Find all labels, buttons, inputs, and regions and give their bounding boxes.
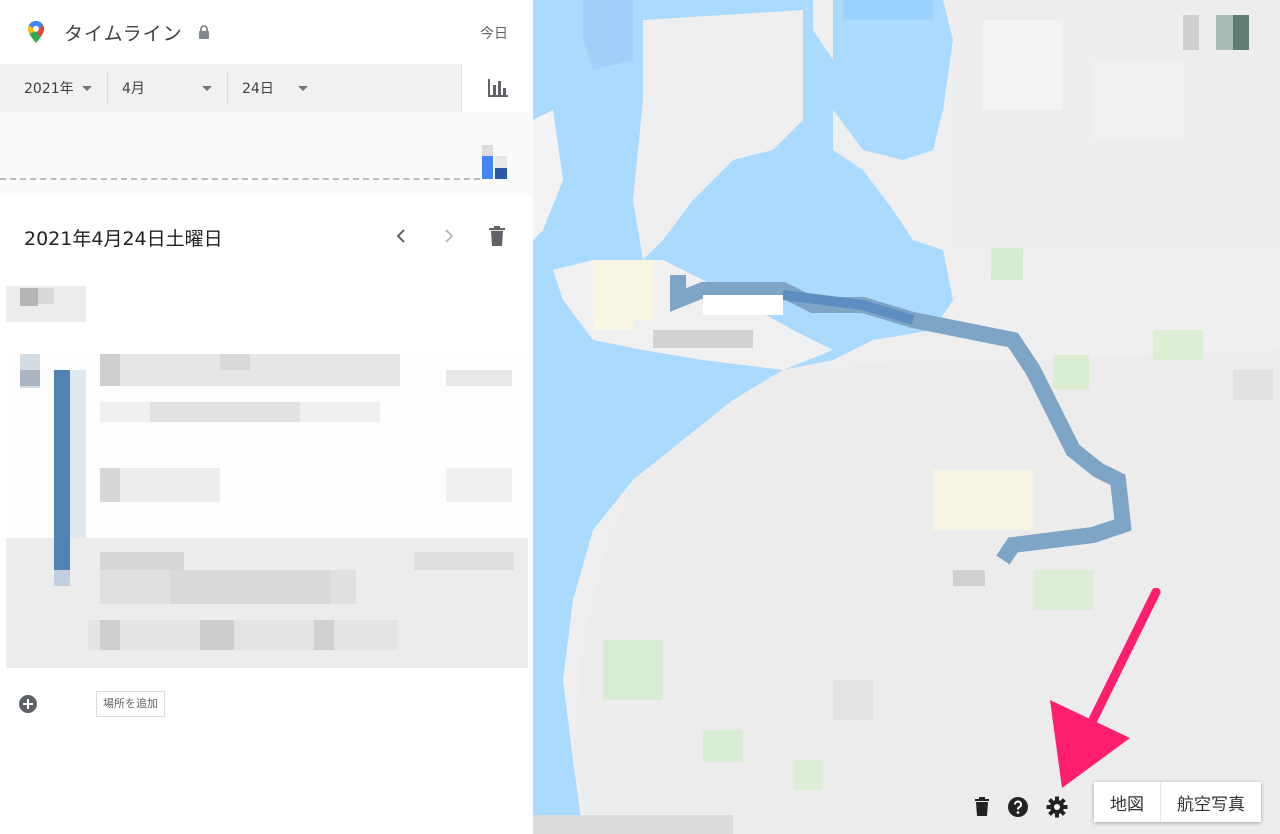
timeline-entries: [0, 268, 533, 670]
histogram-baseline: [0, 178, 480, 180]
map-type-satellite-button[interactable]: 航空写真: [1160, 782, 1261, 822]
blurred-block: [220, 354, 250, 370]
timeline-path-bar: [54, 538, 70, 570]
day-title: 2021年4月24日土曜日: [24, 228, 223, 250]
activity-histogram: [0, 112, 533, 196]
previous-day-icon[interactable]: [391, 225, 411, 247]
toggle-histogram-button[interactable]: [461, 64, 533, 112]
divider: [227, 72, 228, 104]
blurred-block: [100, 354, 120, 386]
blurred-block: [170, 570, 330, 604]
next-day-icon[interactable]: [439, 225, 459, 247]
blurred-block: [200, 620, 234, 650]
blurred-block: [100, 354, 400, 386]
delete-day-icon[interactable]: [486, 224, 508, 248]
map-view[interactable]: [533, 0, 1280, 834]
month-select-value: 4月: [122, 81, 145, 97]
annotation-arrow: [1050, 588, 1161, 788]
date-selector-bar: 2021年 4月 24日: [0, 64, 533, 112]
blurred-block: [414, 552, 514, 570]
chevron-down-icon: [202, 85, 212, 91]
add-place-icon[interactable]: [18, 694, 38, 714]
blurred-block: [20, 370, 40, 386]
help-icon[interactable]: [1007, 796, 1029, 818]
today-button[interactable]: 今日: [480, 23, 508, 43]
divider: [107, 72, 108, 104]
add-place-button[interactable]: 場所を追加: [96, 691, 165, 717]
day-select[interactable]: 24日: [242, 64, 308, 112]
chevron-down-icon: [297, 85, 308, 91]
bar-chart-icon: [488, 79, 508, 97]
settings-gear-icon[interactable]: [1046, 796, 1068, 818]
histogram-bar[interactable]: [495, 168, 507, 179]
blurred-block: [314, 620, 334, 650]
day-select-value: 24日: [242, 81, 274, 97]
chevron-down-icon: [81, 85, 92, 91]
blurred-block: [70, 370, 86, 550]
blurred-block: [446, 370, 512, 386]
blurred-block: [20, 288, 38, 306]
delete-icon[interactable]: [973, 796, 991, 818]
histogram-bar[interactable]: [482, 156, 493, 179]
lock-icon: [199, 25, 209, 39]
blurred-block: [100, 620, 120, 650]
blurred-block: [88, 620, 398, 650]
year-select[interactable]: 2021年: [24, 64, 92, 112]
timeline-panel: タイムライン 今日 2021年 4月 24日 2021年4月24日土曜日 場所を…: [0, 0, 533, 834]
blurred-block: [100, 468, 120, 502]
blurred-block: [38, 288, 54, 304]
map-canvas[interactable]: [533, 0, 1280, 834]
month-select[interactable]: 4月: [122, 64, 212, 112]
blurred-block: [150, 402, 300, 422]
page-title: タイムライン: [64, 23, 183, 45]
year-select-value: 2021年: [24, 81, 74, 97]
blurred-block: [446, 468, 512, 502]
panel-header: タイムライン 今日: [0, 0, 533, 64]
blurred-block: [100, 552, 184, 570]
google-maps-pin-icon: [28, 21, 44, 43]
blurred-block: [54, 570, 70, 586]
